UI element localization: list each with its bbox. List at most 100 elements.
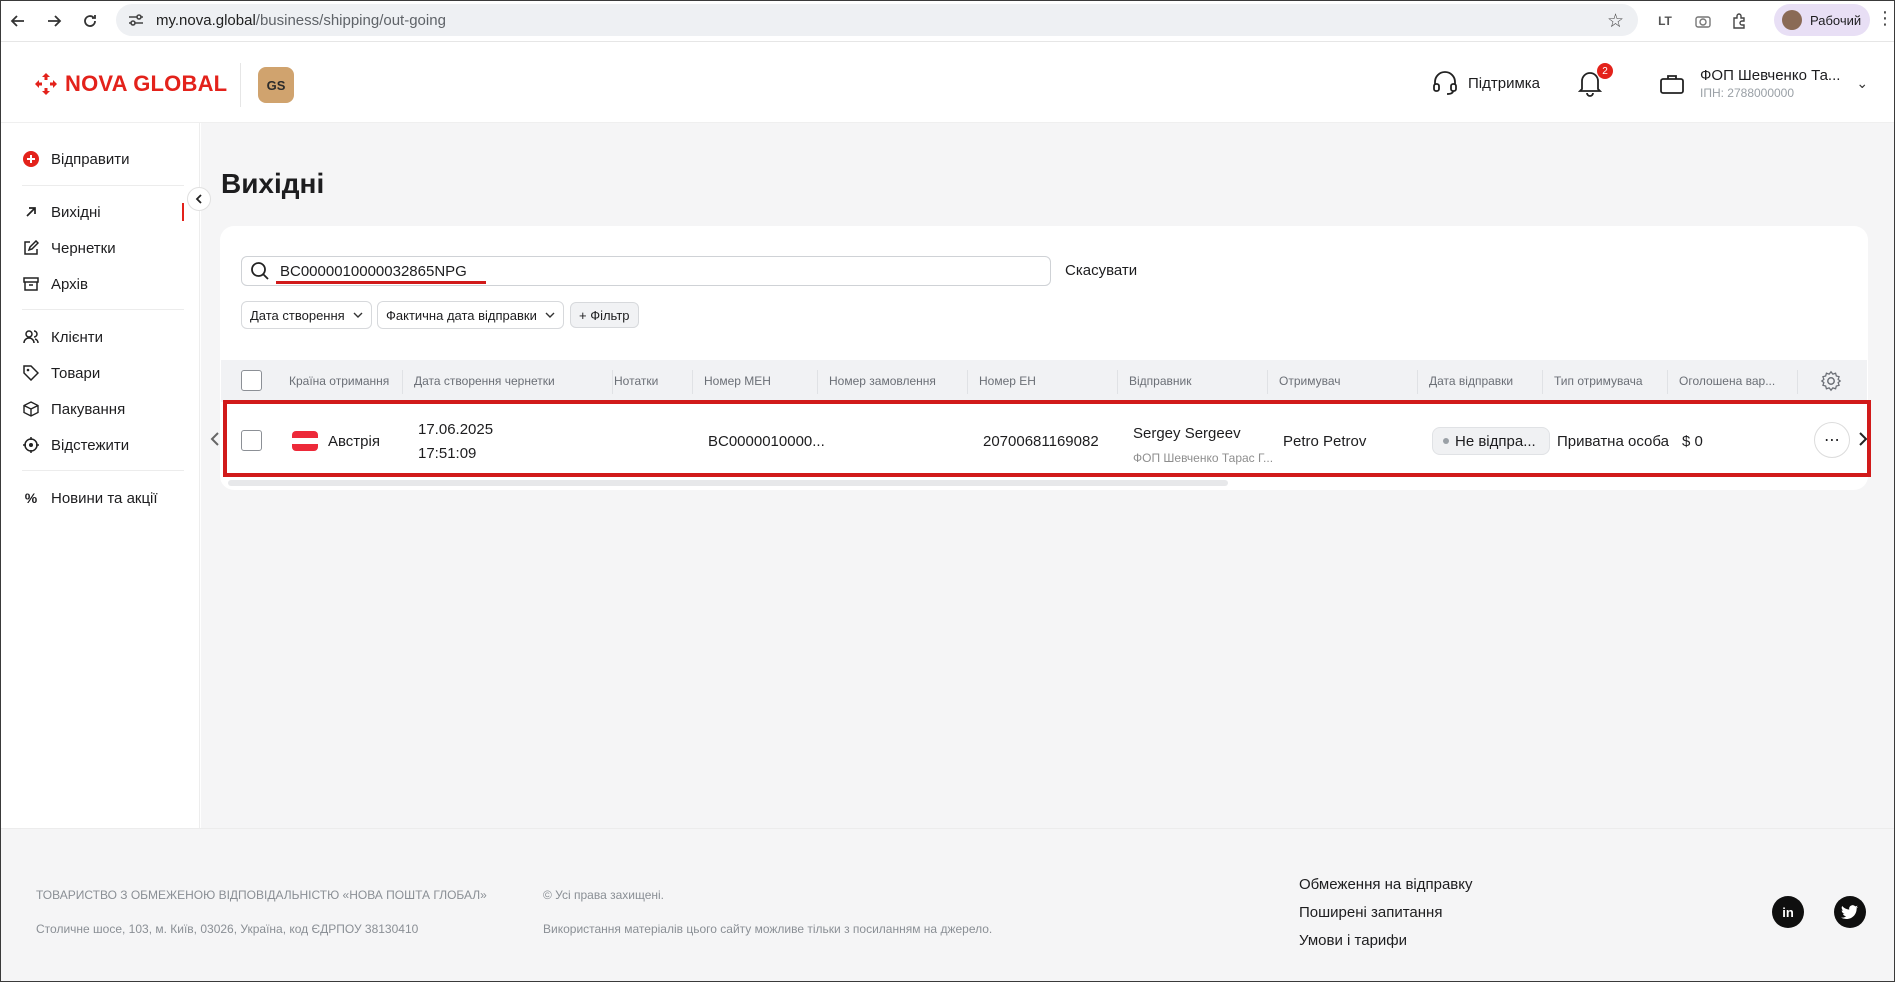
col-sender[interactable]: Відправник (1129, 374, 1249, 388)
sidebar: Відправити Вихідні Чернетки Архів Клієнт… (0, 123, 200, 828)
col-separator (402, 370, 403, 394)
chevron-down-icon (545, 310, 555, 321)
sidebar-divider (22, 185, 184, 186)
twitter-icon[interactable] (1834, 896, 1866, 928)
status-dot (1443, 438, 1449, 444)
filter-actual-ship-date[interactable]: Фактична дата відправки (377, 301, 564, 329)
cell-created-date: 17.06.2025 (418, 421, 494, 438)
profile-avatar (1782, 10, 1802, 30)
back-button[interactable] (0, 3, 36, 39)
col-separator (1267, 370, 1268, 394)
sidebar-item-label: Товари (51, 364, 101, 382)
col-men-number[interactable]: Номер МЕН (704, 374, 804, 388)
footer (0, 828, 1895, 982)
cell-created-time: 17:51:09 (418, 445, 477, 462)
support-label: Підтримка (1468, 74, 1541, 92)
linkedin-icon[interactable]: in (1772, 896, 1804, 928)
col-draft-created[interactable]: Дата створення чернетки (414, 374, 564, 388)
bookmark-star-icon[interactable]: ☆ (1607, 10, 1624, 33)
arrow-left-icon (10, 15, 24, 27)
sidebar-item-label: Клієнти (51, 328, 104, 346)
col-recipient-type[interactable]: Тип отримувача (1554, 374, 1664, 388)
nova-global-logo[interactable]: NOVA GLOBAL (34, 71, 227, 97)
support-link[interactable]: Підтримка (1432, 71, 1540, 95)
col-en-number[interactable]: Номер ЕН (979, 374, 1079, 388)
col-separator (1542, 370, 1543, 394)
footer-link-terms[interactable]: Умови і тарифи (1299, 932, 1407, 949)
sidebar-divider (22, 309, 184, 310)
horizontal-scrollbar[interactable] (228, 480, 1228, 486)
cell-sender-name: Sergey Sergeev (1133, 425, 1241, 442)
add-filter-button[interactable]: + Фільтр (570, 302, 639, 328)
col-separator (967, 370, 968, 394)
col-recipient[interactable]: Отримувач (1279, 374, 1399, 388)
footer-rights: © Усі права захищені. (543, 888, 665, 902)
sidebar-item-track[interactable]: Відстежити (22, 436, 129, 454)
col-separator (692, 370, 693, 394)
flag-stripe (292, 431, 318, 438)
app-header: NOVA GLOBAL GS Підтримка 2 ФОП Шевченко … (0, 43, 1895, 123)
page-title: Вихідні (221, 168, 325, 199)
sidebar-item-goods[interactable]: Товари (22, 364, 100, 382)
row-more-button[interactable]: ⋯ (1814, 422, 1850, 458)
cell-recipient-type: Приватна особа (1557, 433, 1669, 450)
browser-toolbar: my.nova.global/business/shipping/out-goi… (0, 0, 1895, 42)
clients-icon (22, 328, 40, 346)
sidebar-item-label: Чернетки (51, 239, 116, 257)
scroll-right-icon[interactable] (1858, 432, 1868, 451)
sidebar-item-archive[interactable]: Архів (22, 275, 88, 293)
sidebar-item-news[interactable]: % Новини та акції (22, 489, 158, 507)
screenshot-extension-icon[interactable] (1690, 8, 1716, 34)
footer-usage: Використання матеріалів цього сайту можл… (543, 922, 993, 936)
scroll-left-icon[interactable] (210, 432, 220, 451)
cell-recipient: Petro Petrov (1283, 433, 1367, 450)
address-bar[interactable]: my.nova.global/business/shipping/out-goi… (116, 4, 1638, 36)
chevron-down-icon (353, 310, 363, 321)
col-notes[interactable]: Нотатки (614, 374, 684, 388)
chevron-left-icon (195, 194, 202, 204)
select-all-checkbox[interactable] (241, 370, 262, 391)
col-separator (1117, 370, 1118, 394)
gear-icon[interactable] (1820, 370, 1842, 392)
sidebar-item-packaging[interactable]: Пакування (22, 400, 125, 418)
status-label: Не відпра... (1455, 432, 1536, 450)
col-separator (1667, 370, 1668, 394)
austria-flag-icon (292, 431, 318, 451)
account-switcher[interactable]: ФОП Шевченко Та... ІПН: 2788000000 ⌄ (1660, 67, 1868, 100)
col-ship-date[interactable]: Дата відправки (1429, 374, 1539, 388)
col-order-number[interactable]: Номер замовлення (829, 374, 949, 388)
cell-country: Австрія (328, 433, 380, 450)
forward-button[interactable] (36, 3, 72, 39)
edit-icon (22, 239, 40, 257)
archive-icon (22, 275, 40, 293)
footer-link-restrictions[interactable]: Обмеження на відправку (1299, 876, 1473, 893)
reload-button[interactable] (72, 3, 108, 39)
profile-chip[interactable]: Рабочий (1774, 4, 1870, 36)
site-info-icon[interactable] (128, 11, 146, 29)
footer-link-faq[interactable]: Поширені запитання (1299, 904, 1442, 921)
nova-logo-mark-icon (35, 73, 57, 95)
sidebar-item-outgoing[interactable]: Вихідні (22, 203, 101, 221)
sidebar-item-label: Архів (51, 275, 88, 293)
sidebar-collapse-button[interactable] (187, 187, 211, 211)
filter-created-date[interactable]: Дата створення (241, 301, 372, 329)
col-country[interactable]: Країна отримання (289, 374, 399, 388)
sidebar-item-drafts[interactable]: Чернетки (22, 239, 116, 257)
sidebar-item-label: Відстежити (51, 436, 130, 454)
col-declared-value[interactable]: Оголошена вар... (1679, 374, 1789, 388)
extensions-puzzle-icon[interactable] (1726, 8, 1752, 34)
search-value: BC0000010000032865NPG (280, 262, 467, 280)
cancel-search-button[interactable]: Скасувати (1065, 262, 1137, 279)
browser-menu-icon[interactable]: ⋮ (1876, 8, 1894, 29)
header-divider (240, 63, 241, 107)
flag-stripe (292, 437, 318, 445)
search-icon (251, 262, 269, 280)
gs-badge[interactable]: GS (258, 67, 294, 103)
filter-label: + Фільтр (579, 307, 630, 323)
extension-lt-icon[interactable]: LT (1652, 8, 1678, 34)
logo-text: NOVA GLOBAL (65, 71, 228, 96)
track-icon (22, 436, 40, 454)
sidebar-send-button[interactable]: Відправити (22, 150, 130, 168)
row-checkbox[interactable] (241, 430, 262, 451)
sidebar-item-clients[interactable]: Клієнти (22, 328, 103, 346)
